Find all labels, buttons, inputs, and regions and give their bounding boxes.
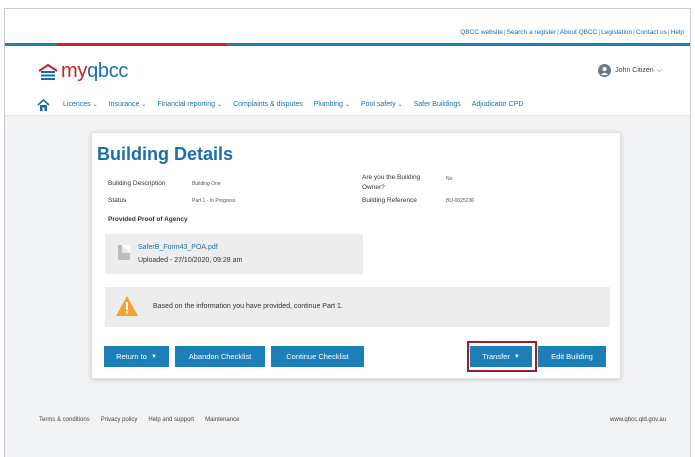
- transfer-button[interactable]: Transfer ▼: [470, 346, 532, 367]
- util-link-search-register[interactable]: Search a register: [507, 29, 557, 36]
- chevron-down-icon: ⌄: [141, 102, 147, 108]
- warning-icon: [116, 296, 138, 316]
- nav-item-adjudicator-cpd[interactable]: Adjudicator CPD: [472, 101, 524, 108]
- file-link[interactable]: SaferB_Form43_POA.pdf: [138, 244, 218, 251]
- myqbcc-logo[interactable]: myqbcc: [37, 60, 128, 83]
- house-logo-icon: [38, 63, 58, 80]
- edit-building-button[interactable]: Edit Building: [538, 346, 606, 367]
- abandon-checklist-button[interactable]: Abandon Checklist: [175, 346, 265, 367]
- footer-site-url[interactable]: www.qbcc.qld.gov.au: [610, 417, 666, 423]
- site-header: myqbcc John Citizen ⌵: [5, 46, 690, 94]
- logo-prefix: my: [61, 60, 88, 82]
- reference-label: Building Reference: [362, 197, 417, 204]
- alert-message: Based on the information you have provid…: [153, 303, 343, 310]
- description-label: Building Description: [108, 180, 166, 187]
- chevron-down-icon: ⌄: [217, 102, 223, 108]
- nav-item-safer-buildings[interactable]: Safer Buildings: [414, 101, 461, 108]
- status-label: Status: [108, 197, 127, 204]
- footer-link-help[interactable]: Help and support: [148, 417, 194, 423]
- status-alert: Based on the information you have provid…: [105, 287, 610, 327]
- reference-value: BU-0025236: [446, 198, 475, 204]
- nav-item-plumbing[interactable]: Plumbing ⌄: [314, 101, 350, 108]
- status-value: Part 1 - In Progress: [192, 198, 236, 204]
- chevron-down-icon: ⌄: [344, 102, 350, 108]
- chevron-down-icon: ⌄: [92, 102, 98, 108]
- footer-link-maintenance[interactable]: Maintenance: [205, 417, 239, 423]
- building-details-card: Building Details Building Description Bu…: [91, 132, 621, 379]
- document-icon: [118, 245, 130, 260]
- owner-label: Are you the Building Owner?: [362, 174, 421, 191]
- chevron-down-icon: ⌵: [656, 66, 662, 74]
- page-title: Building Details: [97, 144, 234, 164]
- footer-link-privacy[interactable]: Privacy policy: [101, 417, 138, 423]
- nav-item-pool-safety[interactable]: Pool safety ⌄: [361, 101, 403, 108]
- nav-item-insurance[interactable]: Insurance ⌄: [109, 101, 147, 108]
- user-menu[interactable]: John Citizen ⌵: [598, 64, 662, 77]
- utility-bar: QBCC website|Search a register|About QBC…: [5, 9, 690, 43]
- util-link-contact[interactable]: Contact us: [636, 29, 667, 36]
- caret-down-icon: ▼: [150, 353, 157, 360]
- continue-checklist-button[interactable]: Continue Checklist: [271, 346, 364, 367]
- util-link-legislation[interactable]: Legislation: [601, 29, 632, 36]
- owner-value: No: [446, 176, 453, 182]
- util-link-qbcc-website[interactable]: QBCC website: [460, 29, 503, 36]
- user-avatar-icon: [598, 64, 612, 77]
- nav-item-complaints[interactable]: Complaints & disputes: [233, 101, 303, 108]
- logo-name: qbcc: [87, 60, 129, 82]
- proof-of-agency-heading: Provided Proof of Agency: [108, 216, 188, 223]
- browser-frame: QBCC website|Search a register|About QBC…: [4, 8, 691, 457]
- file-upload-date: Uploaded - 27/10/2020, 09:28 am: [138, 257, 243, 264]
- util-link-help[interactable]: Help: [671, 29, 684, 36]
- nav-item-financial-reporting[interactable]: Financial reporting ⌄: [157, 101, 222, 108]
- user-name: John Citizen: [615, 67, 654, 74]
- main-nav: Licences ⌄ Insurance ⌄ Financial reporting…: [5, 94, 690, 116]
- description-value: Building One: [192, 181, 221, 187]
- chevron-down-icon: ⌄: [397, 102, 403, 108]
- file-attachment: SaferB_Form43_POA.pdf Uploaded - 27/10/2…: [105, 234, 363, 274]
- nav-item-licences[interactable]: Licences ⌄: [63, 101, 98, 108]
- return-to-button[interactable]: Return to ▼: [104, 346, 169, 367]
- footer-link-terms[interactable]: Terms & conditions: [39, 417, 90, 423]
- home-icon[interactable]: [37, 99, 50, 111]
- caret-down-icon: ▼: [513, 353, 520, 360]
- util-link-about[interactable]: About QBCC: [560, 29, 598, 36]
- utility-links: QBCC website|Search a register|About QBC…: [460, 29, 684, 36]
